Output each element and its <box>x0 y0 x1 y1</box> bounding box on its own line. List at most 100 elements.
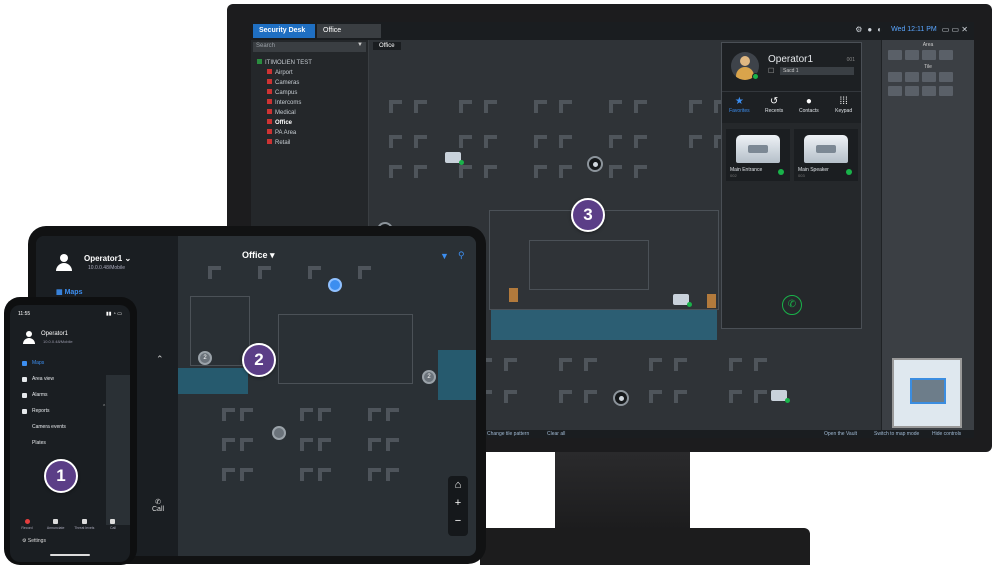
intercom-phone-icon[interactable] <box>771 390 790 403</box>
intercom-phone-icon[interactable] <box>445 152 464 165</box>
camera-icon[interactable] <box>613 390 629 406</box>
bell-icon[interactable]: ● <box>867 25 872 34</box>
filter-icon[interactable]: ▼ <box>440 251 449 261</box>
desk <box>649 390 662 403</box>
home-icon[interactable]: ⌂ <box>448 476 468 494</box>
menu-item-camera-events[interactable]: Camera events <box>22 419 66 435</box>
contact-card-main-speaker[interactable]: Main Speaker 003 <box>794 129 858 181</box>
filter-icon[interactable]: ▼ <box>357 42 363 48</box>
camera-icon[interactable] <box>272 426 286 440</box>
tree-item-intercoms[interactable]: Intercoms <box>257 98 362 108</box>
open-vault-button[interactable]: Open the Vault <box>824 431 857 437</box>
tile-buttons[interactable] <box>882 70 974 84</box>
desk <box>300 438 313 451</box>
zoom-controls[interactable]: ⌂ + − <box>448 476 468 536</box>
desk <box>300 468 313 481</box>
globe-icon[interactable]: ◐ <box>877 25 882 34</box>
tab-contacts[interactable]: ● Contacts <box>792 92 827 123</box>
chevron-down-icon: ⌄ <box>124 254 132 263</box>
menu-item-plates[interactable]: Plates <box>22 435 66 451</box>
door-icon[interactable] <box>707 294 716 308</box>
desk <box>240 438 253 451</box>
keypad-icon: ⁞⁞⁞ <box>839 96 848 107</box>
menu-item-reports[interactable]: Reports <box>22 403 66 419</box>
switch-to-map-mode-button[interactable]: Switch to map mode <box>874 431 919 437</box>
gear-icon: ⚙ <box>22 538 27 544</box>
tree-root[interactable]: ITIMOLIEN TEST <box>257 58 362 68</box>
desk <box>414 135 427 148</box>
desk <box>368 468 381 481</box>
tab-favorites[interactable]: ★ Favorites <box>722 92 757 123</box>
desk <box>634 135 647 148</box>
desk <box>318 408 331 421</box>
zoom-out-button[interactable]: − <box>448 512 468 530</box>
menu-item-area-view[interactable]: Area view <box>22 371 66 387</box>
tab-office[interactable]: Office <box>317 24 381 38</box>
area-buttons[interactable] <box>882 48 974 62</box>
tree-item-medical[interactable]: Medical <box>257 108 362 118</box>
zoom-in-button[interactable]: + <box>448 494 468 512</box>
star-icon: ★ <box>734 96 744 107</box>
desk <box>754 358 767 371</box>
search-placeholder: Search <box>256 43 276 49</box>
phone-time: 11:55 <box>18 311 31 317</box>
operator-name: Operator1 <box>768 54 814 65</box>
minimap[interactable] <box>892 358 962 428</box>
window-controls[interactable]: ▭ ▭ ✕ <box>942 25 968 34</box>
clear-all-button[interactable]: Clear all <box>547 431 565 437</box>
record-button[interactable]: Record <box>16 519 38 530</box>
sidebar-item-maps[interactable]: ▦ Maps <box>56 288 82 296</box>
tree-item-retail[interactable]: Retail <box>257 138 362 148</box>
tablet-map[interactable]: Office ▾ ▼ ⚲ 2 2 ⌂ + − <box>178 236 476 556</box>
tab-keypad[interactable]: ⁞⁞⁞ Keypad <box>826 92 861 123</box>
camera-icon[interactable]: 2 <box>422 370 436 384</box>
desk <box>459 165 472 178</box>
tab-security-desk[interactable]: Security Desk <box>253 24 315 38</box>
monitor-base <box>480 528 810 565</box>
access-point-icon[interactable] <box>328 278 342 292</box>
tree-item-office[interactable]: Office <box>257 118 362 128</box>
map-title[interactable]: Office ▾ <box>242 250 275 261</box>
tree-item-cameras[interactable]: Cameras <box>257 78 362 88</box>
door-icon[interactable] <box>509 288 518 302</box>
desk <box>634 165 647 178</box>
minimap-viewport[interactable] <box>910 378 946 404</box>
desk <box>559 100 572 113</box>
camera-icon[interactable] <box>587 156 603 172</box>
call-button[interactable]: ✆ <box>782 295 802 315</box>
annunciate-button[interactable]: Annunciate <box>45 519 67 530</box>
desk <box>729 390 742 403</box>
tree-item-pa-area[interactable]: PA Area <box>257 128 362 138</box>
tile-buttons-2[interactable] <box>882 84 974 98</box>
tab-recents[interactable]: ↺ Recents <box>757 92 792 123</box>
line-select[interactable]: Sacd 1 <box>780 67 854 75</box>
camera-icon[interactable]: 2 <box>198 351 212 365</box>
chevron-up-icon[interactable]: ⌃ <box>156 354 164 365</box>
phone-screen: 11:55 ▮▮ ◔ ▭ Operator1 10.0.0.48/Mobile … <box>10 305 130 562</box>
gear-icon[interactable]: ⚙ <box>855 25 862 34</box>
contact-card-main-entrance[interactable]: Main Entrance 002 <box>726 129 790 181</box>
menu-item-maps[interactable]: Maps <box>22 355 66 371</box>
call-button[interactable]: ✆ Call <box>152 498 164 513</box>
chevron-up-icon[interactable]: ⌃ <box>102 404 106 410</box>
intercom-phone-icon[interactable] <box>673 294 692 307</box>
desk <box>609 135 622 148</box>
settings-button[interactable]: ⚙ Settings <box>22 538 46 544</box>
tree-search-input[interactable]: Search ▼ <box>253 42 366 52</box>
phone-version: 10.0.0.48/Mobile <box>43 339 73 344</box>
call-button[interactable]: Call <box>102 519 124 530</box>
phone-user[interactable]: Operator1 <box>41 331 68 337</box>
hide-controls-button[interactable]: Hide controls <box>932 431 961 437</box>
menu-item-alarms[interactable]: Alarms <box>22 387 66 403</box>
change-tile-pattern-button[interactable]: Change tile pattern <box>487 431 529 437</box>
desk <box>414 165 427 178</box>
desk <box>222 408 235 421</box>
desk <box>240 408 253 421</box>
tablet-user[interactable]: Operator1 ⌄ <box>84 254 131 263</box>
desk <box>484 165 497 178</box>
threat-levels-button[interactable]: Threat levels <box>73 519 95 530</box>
tree-item-airport[interactable]: Airport <box>257 68 362 78</box>
tree-item-campus[interactable]: Campus <box>257 88 362 98</box>
search-icon[interactable]: ⚲ <box>458 250 465 261</box>
contacts-icon: ● <box>805 96 812 107</box>
